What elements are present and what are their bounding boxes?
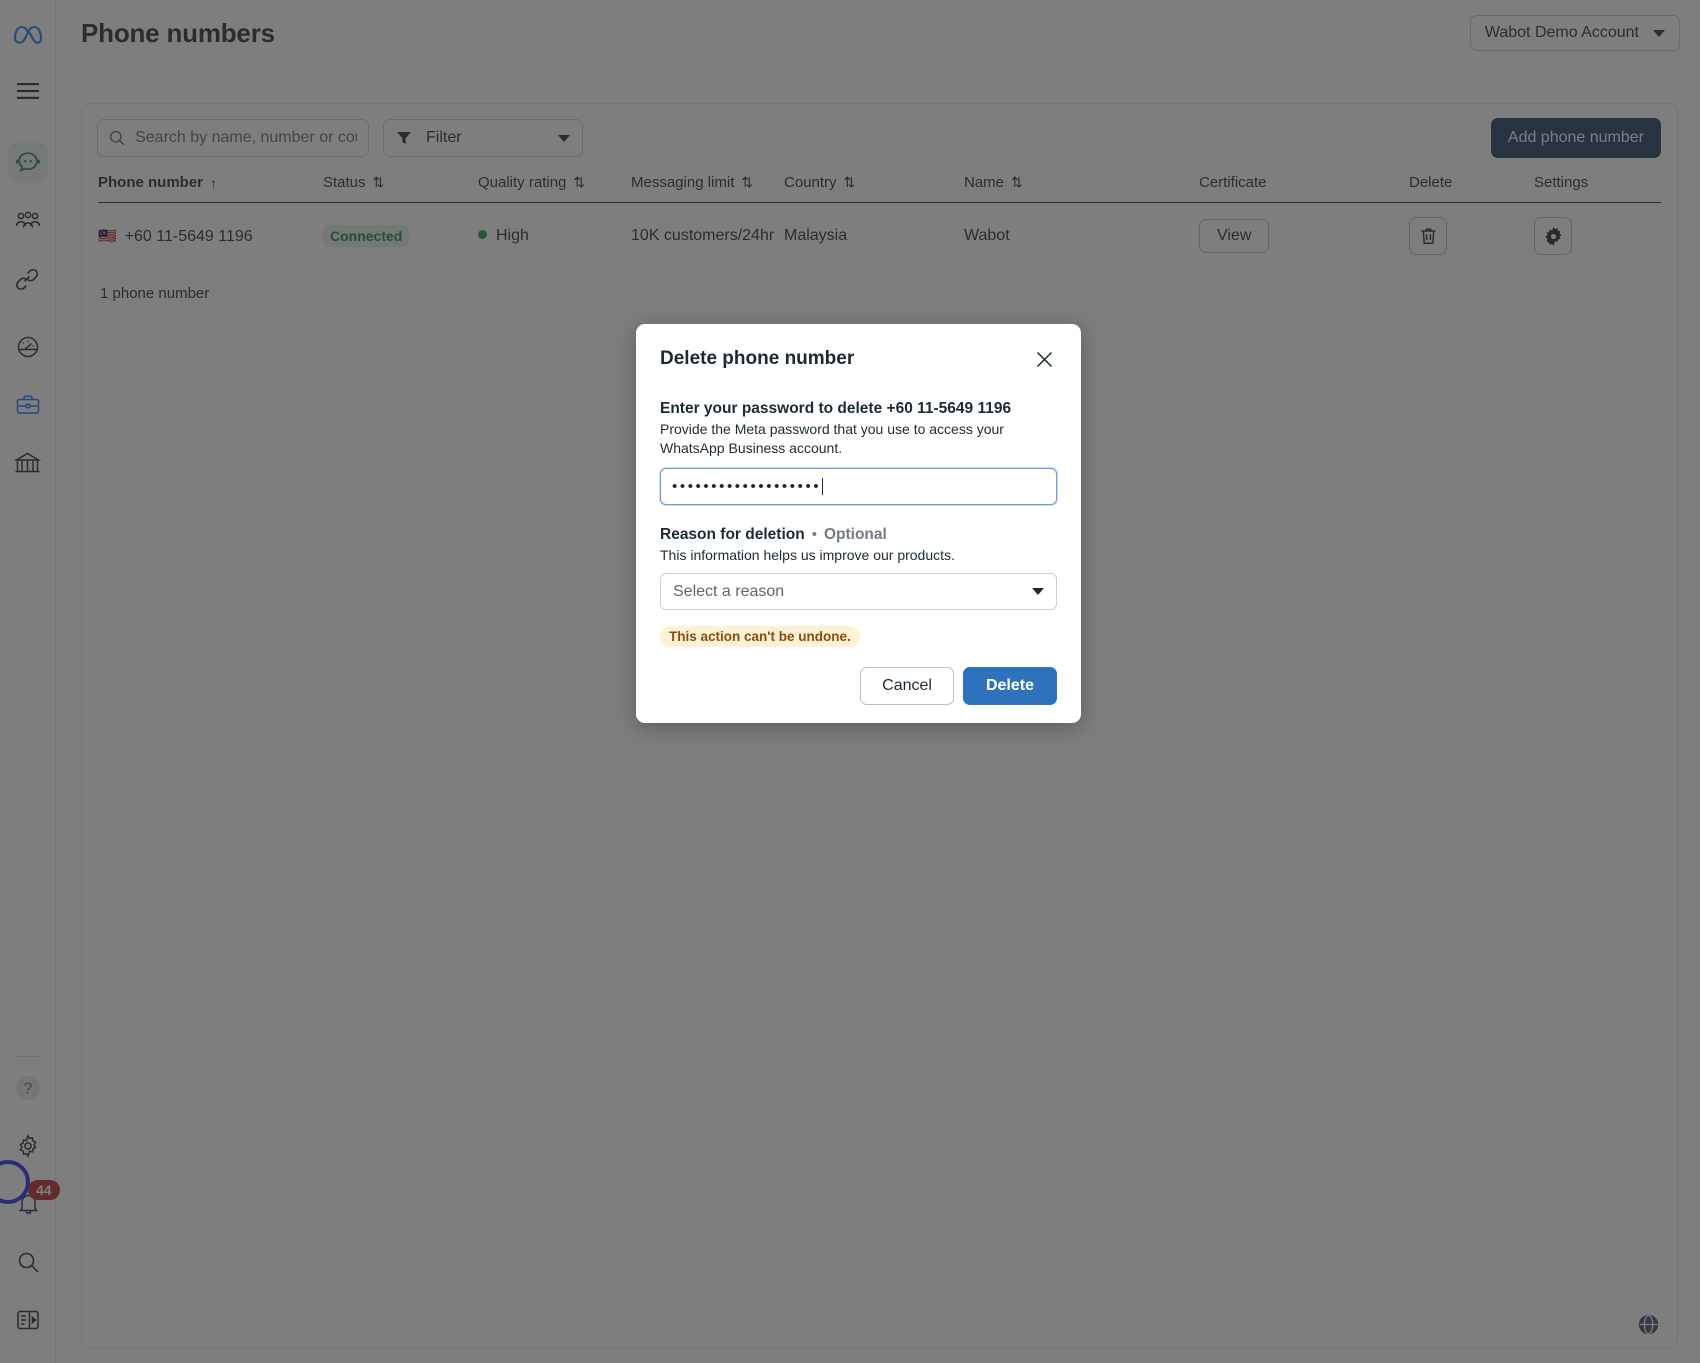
close-icon[interactable] — [1031, 346, 1057, 372]
cancel-button[interactable]: Cancel — [860, 667, 954, 706]
reason-label-row: Reason for deletion • Optional — [660, 526, 1057, 544]
reason-optional-tag: Optional — [823, 525, 887, 543]
dialog-actions: Cancel Delete — [636, 647, 1081, 706]
reason-separator: • — [811, 525, 817, 543]
text-cursor — [822, 477, 824, 495]
reason-help-text: This information helps us improve our pr… — [660, 546, 955, 563]
delete-phone-number-dialog: Delete phone number Enter your password … — [636, 324, 1081, 724]
warning-banner: This action can't be undone. — [660, 626, 860, 648]
reason-select-placeholder: Select a reason — [673, 582, 785, 600]
reason-select[interactable]: Select a reason — [660, 573, 1057, 611]
chevron-down-icon — [1032, 588, 1044, 596]
password-label: Enter your password to delete +60 11-564… — [660, 400, 1012, 417]
password-help-text: Provide the Meta password that you use t… — [660, 421, 1004, 456]
dialog-body: Enter your password to delete +60 11-564… — [636, 376, 1081, 648]
dialog-title: Delete phone number — [660, 348, 855, 369]
password-masked-value: ••••••••••••••••••• — [672, 477, 822, 495]
password-input[interactable]: ••••••••••••••••••• — [660, 467, 1057, 505]
dialog-header: Delete phone number — [636, 324, 1081, 376]
reason-label: Reason for deletion — [660, 525, 805, 543]
delete-button[interactable]: Delete — [962, 667, 1057, 706]
